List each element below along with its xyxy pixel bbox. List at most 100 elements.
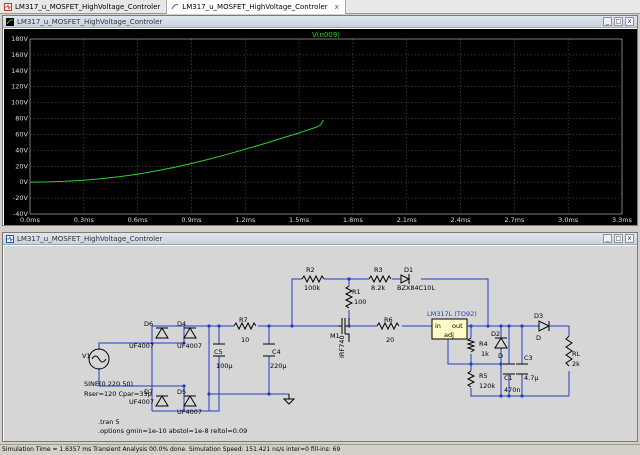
trace-title: V(n009)	[312, 31, 340, 39]
label-r2: R2	[306, 266, 315, 274]
x-tick-label: 0.6ms	[128, 216, 149, 224]
y-tick-label: -20V	[13, 194, 29, 202]
plot-window: LM317_u_MOSFET_HighVoltage_Controler _ □…	[2, 15, 638, 226]
close-button[interactable]: x	[625, 234, 634, 243]
label-c3: C3	[524, 354, 533, 362]
y-tick-label: 20V	[15, 162, 28, 170]
tab-schematic-2[interactable]: LM317_u_MOSFET_HighVoltage_Controler x	[167, 0, 346, 14]
value-d4: UF4007	[177, 342, 202, 350]
label-rl: RL	[572, 350, 581, 358]
waveform-icon	[171, 4, 179, 10]
label-r3: R3	[374, 266, 383, 274]
label-r5: R5	[479, 372, 488, 380]
minimize-button[interactable]: _	[603, 234, 612, 243]
waveform-icon	[6, 18, 14, 26]
lm317-label: LM317L (TO92)	[427, 310, 477, 318]
label-c4: C4	[272, 348, 281, 356]
tab-label: LM317_u_MOSFET_HighVoltage_Controler	[182, 3, 328, 11]
value-r2: 100k	[304, 284, 320, 292]
close-button[interactable]: x	[625, 17, 634, 26]
wires	[98, 278, 570, 412]
x-tick-label: 0.9ms	[181, 216, 202, 224]
resistor-r3	[368, 274, 392, 284]
value-d2: D	[498, 352, 503, 360]
label-d6: D6	[144, 320, 153, 328]
value-c1: 470n	[504, 386, 521, 394]
options-directive: .options gmin=1e-10 abstol=1e-8 reltol=0…	[98, 427, 247, 435]
plot-window-titlebar[interactable]: LM317_u_MOSFET_HighVoltage_Controler _ □…	[3, 16, 637, 28]
value-r6: 20	[386, 336, 394, 344]
schematic-icon	[6, 235, 14, 243]
x-tick-label: 0.3ms	[74, 216, 95, 224]
value-d1: BZX84C10L	[397, 284, 435, 292]
value-d7: UF4007	[129, 398, 154, 406]
resistor-r5	[466, 370, 476, 388]
value-m1: IRF740	[338, 335, 346, 358]
value-d6: UF4007	[129, 342, 154, 350]
label-d4: D4	[177, 320, 186, 328]
lm317-pin-in: in	[435, 322, 441, 330]
schematic-window-title: LM317_u_MOSFET_HighVoltage_Controler	[17, 235, 163, 243]
y-tick-label: 140V	[11, 67, 28, 75]
diode-d6	[155, 327, 169, 339]
status-bar: Simulation Time = 1.6357 ms Transient An…	[0, 444, 640, 454]
y-tick-label: 0V	[19, 178, 28, 186]
lm317-pin-adj: adj	[444, 331, 454, 339]
document-tab-bar: LM317_u_MOSFET_HighVoltage_Controler LM3…	[0, 0, 640, 14]
plot-frame	[29, 38, 623, 215]
y-tick-label: 80V	[15, 115, 28, 123]
value-c5: 100µ	[216, 362, 233, 370]
plot-window-title: LM317_u_MOSFET_HighVoltage_Controler	[17, 18, 163, 26]
diode-d3	[538, 320, 551, 332]
schematic-window-titlebar[interactable]: LM317_u_MOSFET_HighVoltage_Controler _ □…	[3, 233, 637, 245]
label-r6: R6	[384, 316, 393, 324]
y-tick-label: 160V	[11, 51, 28, 59]
value-d3: D	[536, 334, 541, 342]
label-d1: D1	[404, 266, 413, 274]
minimize-button[interactable]: _	[603, 17, 612, 26]
tab-schematic-1[interactable]: LM317_u_MOSFET_HighVoltage_Controler	[0, 0, 168, 14]
x-tick-label: 1.2ms	[235, 216, 256, 224]
tab-label: LM317_u_MOSFET_HighVoltage_Controler	[15, 3, 161, 11]
maximize-button[interactable]: □	[614, 234, 623, 243]
waveform-plot[interactable]: 180V160V140V120V100V80V60V40V20V0V-20V-4…	[4, 29, 637, 225]
label-d3: D3	[534, 312, 543, 320]
diode-d5	[183, 395, 197, 407]
resistor-r2	[301, 274, 325, 284]
schematic-canvas[interactable]: R2 100k R3 8.2k D1 BZX84C10L R1 100 R7 1…	[4, 246, 637, 441]
x-tick-label: 0.0ms	[20, 216, 41, 224]
maximize-button[interactable]: □	[614, 17, 623, 26]
value-r3: 8.2k	[371, 284, 385, 292]
tran-directive: .tran 5	[98, 418, 120, 426]
tab-close-icon[interactable]: x	[335, 0, 339, 14]
y-tick-label: 60V	[15, 130, 28, 138]
schematic-window: LM317_u_MOSFET_HighVoltage_Controler _ □…	[2, 232, 638, 442]
label-c5: C5	[214, 348, 223, 356]
voltage-source-v1	[88, 348, 110, 370]
value-r7: 10	[241, 336, 249, 344]
value-r5: 120k	[479, 382, 495, 390]
capacitor-c1	[503, 363, 515, 375]
x-tick-label: 1.8ms	[343, 216, 364, 224]
ground-icon	[282, 394, 296, 405]
label-d5: D5	[177, 388, 186, 396]
label-c1: C1	[504, 374, 513, 382]
value-c3: 4.7µ	[524, 374, 538, 382]
diode-d7	[155, 395, 169, 407]
label-r1: R1	[352, 288, 361, 296]
label-r4: R4	[479, 340, 488, 348]
x-tick-label: 2.7ms	[504, 216, 525, 224]
label-r7: R7	[239, 316, 248, 324]
x-tick-label: 2.1ms	[397, 216, 418, 224]
lm317-pin-out: out	[452, 322, 463, 330]
x-tick-label: 3.3ms	[612, 216, 633, 224]
zener-d1	[400, 274, 411, 284]
value-r1: 100	[354, 298, 366, 306]
value-r4: 1k	[481, 350, 489, 358]
label-v1: V1	[82, 352, 91, 360]
diode-d4	[183, 327, 197, 339]
diode-d2	[494, 337, 508, 349]
series-line-vn009	[29, 119, 324, 183]
resistor-r4	[466, 337, 476, 353]
y-tick-label: 40V	[15, 146, 28, 154]
